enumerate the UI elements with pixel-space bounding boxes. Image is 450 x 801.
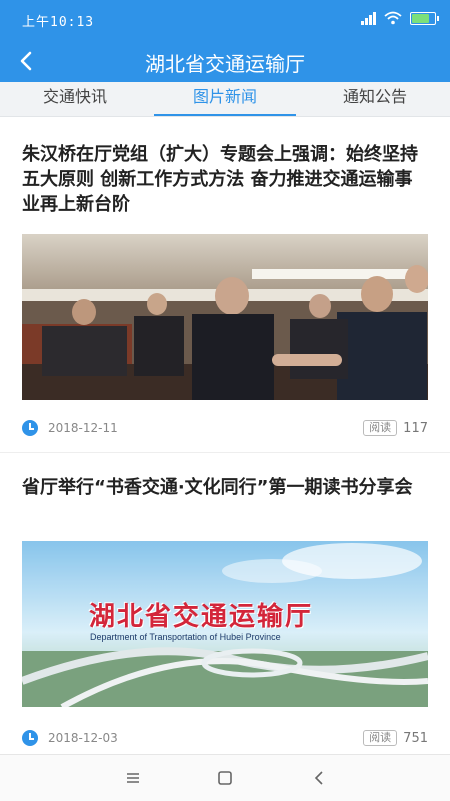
article-title[interactable]: 省厅举行“书香交通·文化同行”第一期读书分享会 bbox=[22, 475, 428, 529]
read-count: 751 bbox=[403, 730, 428, 746]
read-badge: 阅读 bbox=[363, 420, 398, 436]
page-title: 湖北省交通运输厅 bbox=[145, 52, 305, 76]
clock-icon bbox=[22, 730, 38, 746]
clock-icon bbox=[22, 420, 38, 436]
title-bar: 湖北省交通运输厅 bbox=[0, 40, 450, 82]
department-banner-photo[interactable]: 湖北省交通运输厅 Department of Transportation of… bbox=[22, 541, 428, 707]
tab-traffic-news[interactable]: 交通快讯 bbox=[0, 82, 150, 116]
menu-icon[interactable] bbox=[121, 767, 145, 789]
system-nav-bar bbox=[0, 754, 450, 801]
status-icons bbox=[361, 11, 439, 25]
read-badge: 阅读 bbox=[363, 730, 398, 746]
news-feed[interactable]: 朱汉桥在厅党组（扩大）专题会上强调：始终坚持五大原则 创新工作方式方法 奋力推进… bbox=[0, 117, 450, 754]
banner-title: 湖北省交通运输厅 bbox=[89, 602, 314, 632]
tab-photo-news[interactable]: 图片新闻 bbox=[150, 82, 300, 116]
article-meta: 2018-12-11 阅读 117 bbox=[22, 404, 428, 452]
home-icon[interactable] bbox=[213, 767, 237, 789]
signal-icon bbox=[361, 11, 376, 25]
read-count: 117 bbox=[403, 420, 428, 436]
meeting-handshake-photo[interactable] bbox=[22, 234, 428, 400]
article-title[interactable]: 朱汉桥在厅党组（扩大）专题会上强调：始终坚持五大原则 创新工作方式方法 奋力推进… bbox=[22, 142, 428, 226]
status-time: 上午10:13 bbox=[22, 15, 95, 30]
banner-subtitle: Department of Transportation of Hubei Pr… bbox=[90, 632, 281, 642]
wifi-icon bbox=[384, 11, 402, 25]
tab-bar: 交通快讯 图片新闻 通知公告 bbox=[0, 82, 450, 117]
back-icon[interactable] bbox=[307, 767, 331, 789]
battery-icon bbox=[410, 11, 439, 25]
list-item[interactable]: 省厅举行“书香交通·文化同行”第一期读书分享会 湖北省交通运输厅 Departm… bbox=[0, 453, 450, 754]
article-meta: 2018-12-03 阅读 751 bbox=[22, 714, 428, 754]
status-bar: 上午10:13 bbox=[0, 0, 450, 40]
tab-notices[interactable]: 通知公告 bbox=[300, 82, 450, 116]
article-date: 2018-12-11 bbox=[48, 421, 118, 435]
list-item[interactable]: 朱汉桥在厅党组（扩大）专题会上强调：始终坚持五大原则 创新工作方式方法 奋力推进… bbox=[0, 117, 450, 453]
article-date: 2018-12-03 bbox=[48, 731, 118, 745]
